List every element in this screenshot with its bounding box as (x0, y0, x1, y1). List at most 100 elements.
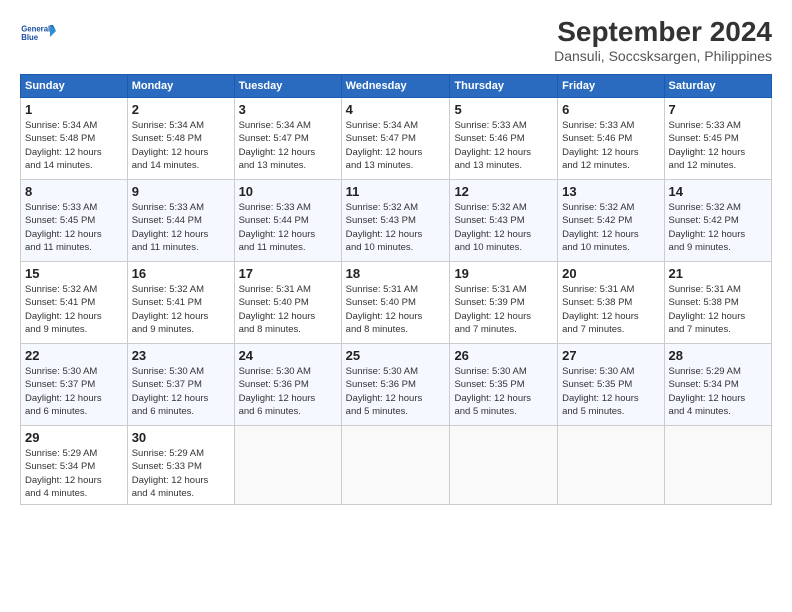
day-info: Sunrise: 5:32 AMSunset: 5:41 PMDaylight:… (25, 284, 102, 335)
day-info: Sunrise: 5:34 AMSunset: 5:48 PMDaylight:… (132, 120, 209, 171)
day-cell-30: 30 Sunrise: 5:29 AMSunset: 5:33 PMDaylig… (127, 426, 234, 505)
week-row-2: 8 Sunrise: 5:33 AMSunset: 5:45 PMDayligh… (21, 180, 772, 262)
day-cell-24: 24 Sunrise: 5:30 AMSunset: 5:36 PMDaylig… (234, 344, 341, 426)
page-header: General Blue September 2024 Dansuli, Soc… (20, 16, 772, 64)
day-number: 9 (132, 184, 230, 199)
day-info: Sunrise: 5:29 AMSunset: 5:34 PMDaylight:… (669, 366, 746, 417)
day-info: Sunrise: 5:34 AMSunset: 5:48 PMDaylight:… (25, 120, 102, 171)
empty-cell (664, 426, 771, 505)
day-cell-20: 20 Sunrise: 5:31 AMSunset: 5:38 PMDaylig… (558, 262, 664, 344)
day-number: 4 (346, 102, 446, 117)
header-sunday: Sunday (21, 75, 128, 98)
day-info: Sunrise: 5:30 AMSunset: 5:35 PMDaylight:… (562, 366, 639, 417)
day-info: Sunrise: 5:31 AMSunset: 5:40 PMDaylight:… (239, 284, 316, 335)
day-number: 11 (346, 184, 446, 199)
day-info: Sunrise: 5:33 AMSunset: 5:46 PMDaylight:… (454, 120, 531, 171)
day-cell-22: 22 Sunrise: 5:30 AMSunset: 5:37 PMDaylig… (21, 344, 128, 426)
day-number: 8 (25, 184, 123, 199)
day-info: Sunrise: 5:32 AMSunset: 5:42 PMDaylight:… (669, 202, 746, 253)
day-cell-13: 13 Sunrise: 5:32 AMSunset: 5:42 PMDaylig… (558, 180, 664, 262)
day-number: 15 (25, 266, 123, 281)
svg-text:Blue: Blue (21, 33, 39, 42)
day-cell-12: 12 Sunrise: 5:32 AMSunset: 5:43 PMDaylig… (450, 180, 558, 262)
header-thursday: Thursday (450, 75, 558, 98)
day-cell-11: 11 Sunrise: 5:32 AMSunset: 5:43 PMDaylig… (341, 180, 450, 262)
day-info: Sunrise: 5:31 AMSunset: 5:39 PMDaylight:… (454, 284, 531, 335)
day-info: Sunrise: 5:31 AMSunset: 5:38 PMDaylight:… (669, 284, 746, 335)
day-number: 12 (454, 184, 553, 199)
week-row-1: 1 Sunrise: 5:34 AMSunset: 5:48 PMDayligh… (21, 98, 772, 180)
day-number: 7 (669, 102, 767, 117)
day-cell-1: 1 Sunrise: 5:34 AMSunset: 5:48 PMDayligh… (21, 98, 128, 180)
day-info: Sunrise: 5:30 AMSunset: 5:37 PMDaylight:… (132, 366, 209, 417)
day-number: 23 (132, 348, 230, 363)
day-number: 5 (454, 102, 553, 117)
calendar-page: General Blue September 2024 Dansuli, Soc… (0, 0, 792, 612)
day-info: Sunrise: 5:31 AMSunset: 5:38 PMDaylight:… (562, 284, 639, 335)
day-cell-4: 4 Sunrise: 5:34 AMSunset: 5:47 PMDayligh… (341, 98, 450, 180)
day-cell-28: 28 Sunrise: 5:29 AMSunset: 5:34 PMDaylig… (664, 344, 771, 426)
header-saturday: Saturday (664, 75, 771, 98)
calendar-table: Sunday Monday Tuesday Wednesday Thursday… (20, 74, 772, 505)
day-cell-27: 27 Sunrise: 5:30 AMSunset: 5:35 PMDaylig… (558, 344, 664, 426)
logo-icon: General Blue (20, 16, 56, 52)
day-cell-7: 7 Sunrise: 5:33 AMSunset: 5:45 PMDayligh… (664, 98, 771, 180)
day-cell-9: 9 Sunrise: 5:33 AMSunset: 5:44 PMDayligh… (127, 180, 234, 262)
day-info: Sunrise: 5:30 AMSunset: 5:36 PMDaylight:… (346, 366, 423, 417)
day-number: 17 (239, 266, 337, 281)
day-cell-18: 18 Sunrise: 5:31 AMSunset: 5:40 PMDaylig… (341, 262, 450, 344)
day-cell-29: 29 Sunrise: 5:29 AMSunset: 5:34 PMDaylig… (21, 426, 128, 505)
day-number: 29 (25, 430, 123, 445)
day-info: Sunrise: 5:33 AMSunset: 5:44 PMDaylight:… (132, 202, 209, 253)
empty-cell (450, 426, 558, 505)
month-title: September 2024 (554, 16, 772, 48)
day-info: Sunrise: 5:32 AMSunset: 5:42 PMDaylight:… (562, 202, 639, 253)
day-number: 25 (346, 348, 446, 363)
day-cell-26: 26 Sunrise: 5:30 AMSunset: 5:35 PMDaylig… (450, 344, 558, 426)
week-row-4: 22 Sunrise: 5:30 AMSunset: 5:37 PMDaylig… (21, 344, 772, 426)
day-number: 26 (454, 348, 553, 363)
day-number: 18 (346, 266, 446, 281)
day-number: 13 (562, 184, 659, 199)
day-number: 14 (669, 184, 767, 199)
week-row-3: 15 Sunrise: 5:32 AMSunset: 5:41 PMDaylig… (21, 262, 772, 344)
day-cell-5: 5 Sunrise: 5:33 AMSunset: 5:46 PMDayligh… (450, 98, 558, 180)
day-info: Sunrise: 5:33 AMSunset: 5:45 PMDaylight:… (25, 202, 102, 253)
day-number: 27 (562, 348, 659, 363)
day-number: 16 (132, 266, 230, 281)
day-cell-2: 2 Sunrise: 5:34 AMSunset: 5:48 PMDayligh… (127, 98, 234, 180)
day-cell-15: 15 Sunrise: 5:32 AMSunset: 5:41 PMDaylig… (21, 262, 128, 344)
day-info: Sunrise: 5:30 AMSunset: 5:35 PMDaylight:… (454, 366, 531, 417)
day-number: 30 (132, 430, 230, 445)
day-cell-21: 21 Sunrise: 5:31 AMSunset: 5:38 PMDaylig… (664, 262, 771, 344)
empty-cell (341, 426, 450, 505)
day-info: Sunrise: 5:33 AMSunset: 5:46 PMDaylight:… (562, 120, 639, 171)
day-cell-6: 6 Sunrise: 5:33 AMSunset: 5:46 PMDayligh… (558, 98, 664, 180)
day-info: Sunrise: 5:32 AMSunset: 5:43 PMDaylight:… (454, 202, 531, 253)
header-friday: Friday (558, 75, 664, 98)
day-cell-16: 16 Sunrise: 5:32 AMSunset: 5:41 PMDaylig… (127, 262, 234, 344)
svg-text:General: General (21, 25, 50, 34)
day-number: 19 (454, 266, 553, 281)
header-tuesday: Tuesday (234, 75, 341, 98)
day-number: 21 (669, 266, 767, 281)
empty-cell (558, 426, 664, 505)
title-block: September 2024 Dansuli, Soccsksargen, Ph… (554, 16, 772, 64)
empty-cell (234, 426, 341, 505)
day-number: 10 (239, 184, 337, 199)
day-info: Sunrise: 5:29 AMSunset: 5:33 PMDaylight:… (132, 448, 209, 499)
day-number: 3 (239, 102, 337, 117)
day-info: Sunrise: 5:30 AMSunset: 5:37 PMDaylight:… (25, 366, 102, 417)
day-cell-3: 3 Sunrise: 5:34 AMSunset: 5:47 PMDayligh… (234, 98, 341, 180)
week-row-5: 29 Sunrise: 5:29 AMSunset: 5:34 PMDaylig… (21, 426, 772, 505)
day-number: 24 (239, 348, 337, 363)
day-info: Sunrise: 5:32 AMSunset: 5:43 PMDaylight:… (346, 202, 423, 253)
header-row: Sunday Monday Tuesday Wednesday Thursday… (21, 75, 772, 98)
day-number: 20 (562, 266, 659, 281)
day-cell-10: 10 Sunrise: 5:33 AMSunset: 5:44 PMDaylig… (234, 180, 341, 262)
day-cell-8: 8 Sunrise: 5:33 AMSunset: 5:45 PMDayligh… (21, 180, 128, 262)
day-info: Sunrise: 5:34 AMSunset: 5:47 PMDaylight:… (239, 120, 316, 171)
day-number: 1 (25, 102, 123, 117)
day-cell-17: 17 Sunrise: 5:31 AMSunset: 5:40 PMDaylig… (234, 262, 341, 344)
day-number: 6 (562, 102, 659, 117)
